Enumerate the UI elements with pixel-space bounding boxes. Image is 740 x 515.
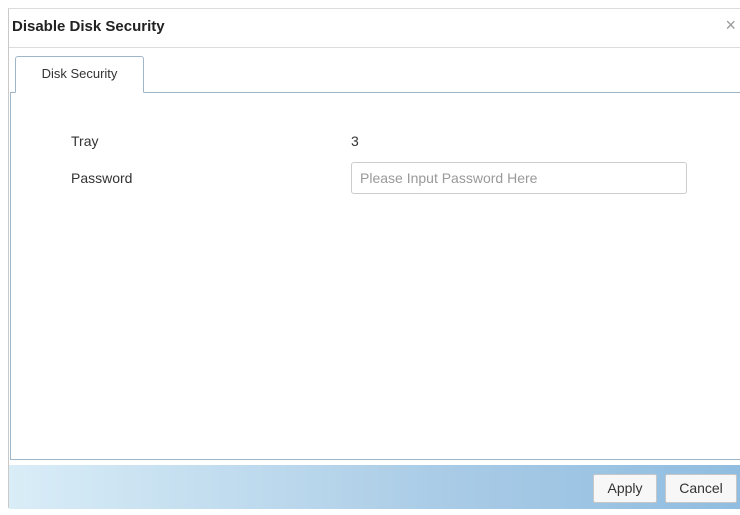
password-label: Password (71, 170, 133, 186)
tray-label: Tray (71, 133, 99, 149)
tab-content: Tray 3 Password (10, 93, 740, 460)
cancel-button[interactable]: Cancel (665, 474, 737, 503)
disable-disk-security-dialog: Disable Disk Security × Disk Security Tr… (8, 8, 740, 509)
tab-strip: Disk Security (10, 55, 740, 93)
dialog-footer: Apply Cancel (9, 465, 740, 509)
tray-value: 3 (351, 133, 359, 149)
apply-button[interactable]: Apply (593, 474, 657, 503)
dialog-body: Disk Security Tray 3 Password (10, 55, 740, 460)
dialog-titlebar: Disable Disk Security × (9, 9, 740, 48)
tab-disk-security[interactable]: Disk Security (15, 56, 144, 93)
dialog-title: Disable Disk Security (12, 18, 165, 35)
close-icon[interactable]: × (725, 15, 736, 35)
password-input[interactable] (351, 162, 687, 194)
